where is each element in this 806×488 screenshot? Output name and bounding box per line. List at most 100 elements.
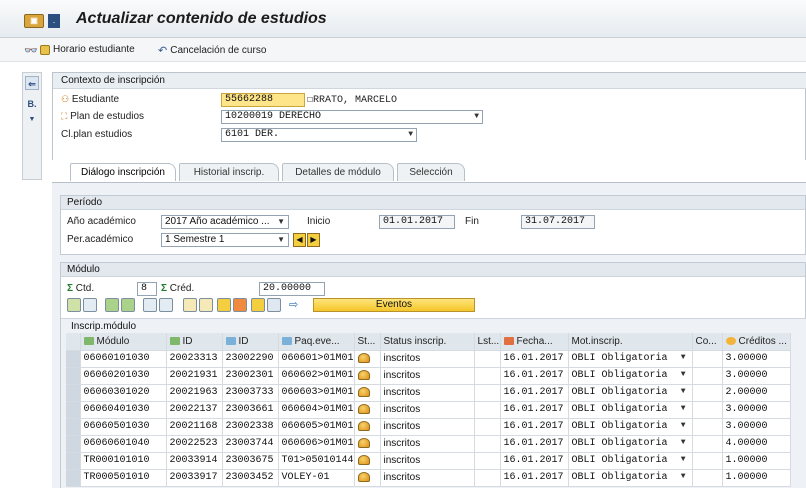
cell-mot[interactable]: OBLI Obligatoria ▼ (568, 418, 693, 436)
chevron-down-icon[interactable]: ▼ (681, 472, 686, 481)
col-header-id1[interactable]: ID (166, 333, 223, 351)
row-selector[interactable] (66, 401, 81, 419)
cell-mot[interactable]: OBLI Obligatoria ▼ (568, 469, 693, 487)
plan-estudios-field[interactable]: 10200019 DERECHO ▼ (221, 110, 483, 124)
cancelacion-curso-button[interactable]: ↶ Cancelación de curso (158, 44, 266, 57)
col-label: Paq.eve... (294, 335, 340, 347)
edit-icon[interactable] (183, 298, 197, 312)
cell-modulo: 06060301020 (80, 384, 167, 402)
table-row[interactable]: 06060501030 20021168 23002338 060605>01M01 i… (66, 418, 791, 436)
col-header-st[interactable]: St... (354, 333, 381, 351)
table-row[interactable]: TR000101010 20033914 23003675 T01>05010144 i… (66, 452, 791, 470)
table-row[interactable]: 06060101030 20023313 23002290 060601>01M01 i… (66, 350, 791, 368)
cell-co (692, 469, 723, 487)
book-icon[interactable] (217, 298, 231, 312)
change-icon[interactable] (199, 298, 213, 312)
chevron-down-icon[interactable]: ▼ (681, 353, 686, 362)
cell-status-text: inscritos (383, 387, 421, 398)
cell-mot[interactable]: OBLI Obligatoria ▼ (568, 452, 693, 470)
layout-icon[interactable] (143, 298, 157, 312)
chevron-down-icon[interactable]: ▼ (474, 111, 479, 123)
cell-mot[interactable]: OBLI Obligatoria ▼ (568, 367, 693, 385)
chevron-down-icon[interactable]: ▼ (408, 129, 413, 141)
col-header-id2[interactable]: ID (222, 333, 279, 351)
tab-historial-inscrip[interactable]: Historial inscrip. (179, 163, 279, 181)
row-selector[interactable] (66, 384, 81, 402)
table-row[interactable]: 06060201030 20021931 23002301 060602>01M01 i… (66, 367, 791, 385)
cell-id2-text: 23003744 (225, 438, 274, 449)
refresh-icon[interactable] (251, 298, 265, 312)
periodo-header: Período (61, 196, 805, 210)
chevron-down-icon[interactable]: ▼ (277, 234, 285, 246)
cell-mot-text: OBLI Obligatoria (571, 404, 668, 415)
cell-mot[interactable]: OBLI Obligatoria ▼ (568, 435, 693, 453)
per-academico-field[interactable]: 1 Semestre 1 ▼ (161, 233, 289, 247)
col-header-co[interactable]: Co... (692, 333, 723, 351)
cell-id1-text: 20021963 (169, 387, 218, 398)
nav-item-b[interactable]: B. (25, 97, 39, 111)
chevron-down-icon[interactable]: ▼ (277, 216, 285, 228)
cell-mot[interactable]: OBLI Obligatoria ▼ (568, 350, 693, 368)
cancel-icon[interactable] (233, 298, 247, 312)
cell-fecha-text: 16.01.2017 (503, 455, 564, 466)
col-header-modulo[interactable]: Módulo (80, 333, 167, 351)
table-row[interactable]: TR000501010 20033917 23003452 VOLEY-01 inscr… (66, 469, 791, 487)
cell-status: inscritos (380, 435, 475, 453)
cell-st (354, 350, 381, 368)
details-icon[interactable] (67, 298, 81, 312)
cell-mot[interactable]: OBLI Obligatoria ▼ (568, 384, 693, 402)
tab-dialogo-inscripcion[interactable]: Diálogo inscripción (70, 163, 176, 181)
row-select-header[interactable] (66, 333, 81, 351)
sort-ascending-icon[interactable] (105, 298, 119, 312)
toolbar-glasses-icon[interactable]: 👓 (24, 44, 38, 57)
row-selector[interactable] (66, 418, 81, 436)
row-selector[interactable] (66, 452, 81, 470)
chevron-down-icon[interactable]: ▼ (681, 438, 686, 447)
estudiante-id-field[interactable]: 55662288 (221, 93, 305, 107)
cell-modulo: TR000501010 (80, 469, 167, 487)
cell-mot-text: OBLI Obligatoria (571, 472, 668, 483)
chevron-down-icon[interactable]: ▼ (681, 421, 686, 430)
collapse-arrow-icon[interactable]: ⇐ (25, 76, 39, 90)
cell-mot[interactable]: OBLI Obligatoria ▼ (568, 401, 693, 419)
row-selector[interactable] (66, 435, 81, 453)
col-header-lst[interactable]: Lst... (474, 333, 501, 351)
col-header-status[interactable]: Status inscrip. (380, 333, 475, 351)
export-icon[interactable] (159, 298, 173, 312)
tab-seleccion[interactable]: Selección (397, 163, 465, 181)
next-period-button[interactable]: ▶ (307, 233, 320, 247)
ano-academico-field[interactable]: 2017 Año académico ... ▼ (161, 215, 289, 229)
clplan-field[interactable]: 6101 DER. ▼ (221, 128, 417, 142)
select-all-icon[interactable] (83, 298, 97, 312)
cell-modulo: 06060201030 (80, 367, 167, 385)
tab-detalles-modulo[interactable]: Detalles de módulo (282, 163, 394, 181)
table-row[interactable]: 06060301020 20021963 23003733 060603>01M01 i… (66, 384, 791, 402)
cell-fecha: 16.01.2017 (500, 469, 569, 487)
previous-period-button[interactable]: ◀ (293, 233, 306, 247)
cell-id2-text: 23003733 (225, 387, 274, 398)
col-header-mot[interactable]: Mot.inscrip. (568, 333, 693, 351)
nav-dropdown-icon[interactable]: ▼ (25, 113, 39, 127)
row-selector[interactable] (66, 367, 81, 385)
chevron-down-icon[interactable]: ▼ (681, 370, 686, 379)
horario-estudiante-button[interactable]: Horario estudiante (40, 44, 135, 55)
chevron-down-icon[interactable]: ▼ (681, 387, 686, 396)
cell-fecha-text: 16.01.2017 (503, 387, 564, 398)
table-row[interactable]: 06060401030 20022137 23003661 060604>01M01 i… (66, 401, 791, 419)
system-menu-icon[interactable]: . (48, 14, 60, 28)
copy-icon[interactable] (267, 298, 281, 312)
sap-menu-icon[interactable]: ▣ (24, 14, 44, 28)
filter-icon[interactable] (121, 298, 135, 312)
chevron-down-icon[interactable]: ▼ (681, 455, 686, 464)
estudiante-label-text: Estudiante (71, 94, 120, 105)
col-header-fecha[interactable]: Fecha... (500, 333, 569, 351)
col-header-paq[interactable]: Paq.eve... (278, 333, 355, 351)
chevron-down-icon[interactable]: ▼ (681, 404, 686, 413)
row-selector[interactable] (66, 469, 81, 487)
row-selector[interactable] (66, 350, 81, 368)
cell-modulo-text: 06060101030 (83, 353, 150, 364)
table-row[interactable]: 06060601040 20022523 23003744 060606>01M01 i… (66, 435, 791, 453)
cell-id1-text: 20022137 (169, 404, 218, 415)
eventos-button[interactable]: Eventos (313, 298, 475, 312)
col-header-creditos[interactable]: Créditos ... (722, 333, 791, 351)
